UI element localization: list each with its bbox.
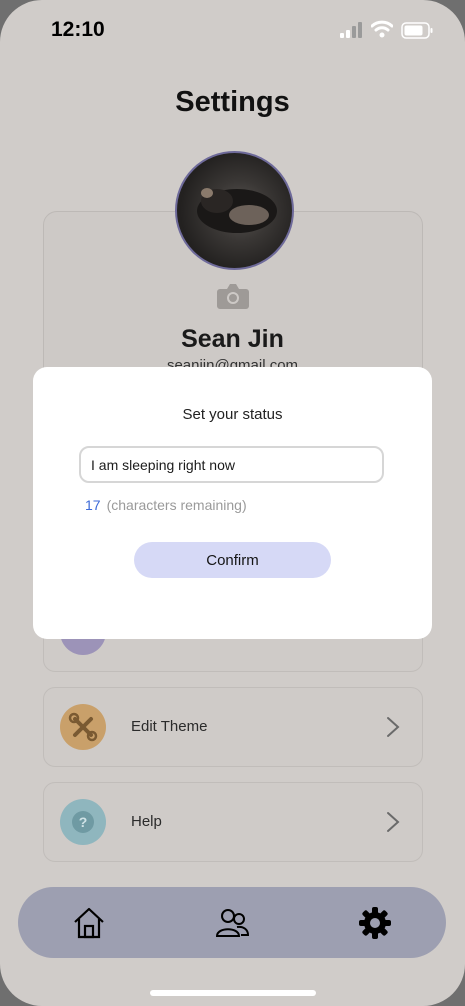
home-indicator[interactable]	[150, 990, 316, 996]
confirm-button[interactable]: Confirm	[134, 542, 331, 578]
app-screen: 12:10 Settings Sean Jin seanjin@gmail.co…	[0, 0, 465, 1006]
status-input[interactable]	[79, 446, 384, 483]
people-icon[interactable]	[215, 906, 249, 940]
chars-remaining-count: 17	[85, 497, 101, 513]
status-dialog: Set your status 17 (characters remaining)…	[33, 367, 432, 639]
page-title: Settings	[175, 86, 290, 118]
bottom-tab-bar	[18, 887, 446, 958]
status-time: 12:10	[51, 18, 105, 41]
svg-text:?: ?	[79, 814, 88, 830]
profile-name: Sean Jin	[181, 325, 284, 353]
chars-remaining-label: (characters remaining)	[106, 497, 247, 513]
avatar[interactable]	[175, 151, 294, 270]
menu-label: Help	[131, 813, 162, 830]
chevron-right-icon	[387, 717, 400, 737]
menu-label: Edit Theme	[131, 718, 208, 735]
question-icon: ?	[60, 799, 106, 845]
gear-icon[interactable]	[358, 906, 392, 940]
home-icon[interactable]	[72, 906, 106, 940]
battery-icon	[401, 22, 433, 39]
cellular-signal-icon	[340, 22, 362, 38]
tools-icon	[60, 704, 106, 750]
dialog-title: Set your status	[182, 406, 283, 423]
menu-item-help[interactable]: ? Help	[43, 782, 423, 862]
status-bar: 12:10	[0, 0, 465, 60]
wifi-icon	[371, 20, 393, 38]
avatar-photo	[197, 188, 277, 233]
char-counter: 17 (characters remaining)	[85, 497, 247, 513]
camera-icon[interactable]	[216, 282, 250, 310]
menu-item-edit-theme[interactable]: Edit Theme	[43, 687, 423, 767]
chevron-right-icon	[387, 812, 400, 832]
